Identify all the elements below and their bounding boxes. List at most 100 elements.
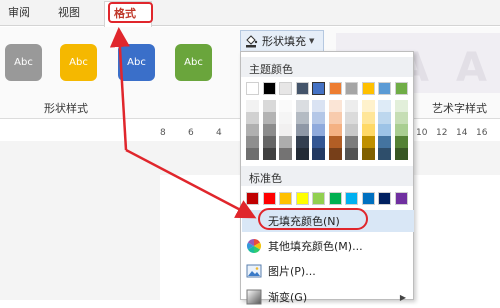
chevron-down-icon: ▼ [309,37,315,45]
theme-shade-swatch[interactable] [361,148,375,160]
theme-shade-swatch[interactable] [246,148,259,160]
theme-shade-swatch[interactable] [295,148,309,160]
gradient-icon [246,289,262,305]
theme-colors-heading: 主题颜色 [241,57,413,77]
theme-shade-swatch[interactable] [295,124,309,136]
theme-shade-swatch[interactable] [262,136,276,148]
standard-color-swatch[interactable] [246,192,259,205]
theme-shade-swatch[interactable] [279,100,292,112]
shape-style-swatch-gray[interactable]: Abc [5,44,42,81]
theme-shade-swatch[interactable] [246,112,259,124]
theme-shade-swatch[interactable] [378,148,391,160]
theme-shade-swatch[interactable] [394,148,408,160]
theme-shade-swatch[interactable] [378,100,391,112]
standard-color-swatch[interactable] [394,192,408,205]
theme-shade-swatch[interactable] [262,148,276,160]
theme-shade-swatch[interactable] [279,148,292,160]
shape-style-swatch-orange[interactable]: Abc [60,44,97,81]
wordart-letter[interactable]: A [456,45,487,91]
standard-color-swatch[interactable] [378,192,391,205]
theme-shade-swatch[interactable] [312,136,325,148]
ruler-tick: 14 [456,128,468,138]
theme-shade-swatch[interactable] [328,100,342,112]
theme-shade-swatch[interactable] [295,112,309,124]
theme-shade-swatch[interactable] [345,124,358,136]
wordart-styles-group-label: 艺术字样式 [432,102,487,115]
theme-shade-swatch[interactable] [262,124,276,136]
theme-shade-swatch[interactable] [394,136,408,148]
theme-shade-swatch[interactable] [246,100,259,112]
theme-color-swatch[interactable] [361,82,375,95]
standard-color-swatch[interactable] [361,192,375,205]
shape-fill-button[interactable]: 形状填充 ▼ [240,30,324,52]
theme-shade-swatch[interactable] [394,112,408,124]
tab-review[interactable]: 审阅 [8,4,30,20]
theme-shade-swatch[interactable] [246,136,259,148]
theme-shade-swatch[interactable] [312,148,325,160]
theme-shade-swatch[interactable] [361,112,375,124]
ruler-tick: 8 [160,128,166,138]
theme-color-swatch[interactable] [279,82,292,95]
theme-shade-swatch[interactable] [328,148,342,160]
standard-color-swatch[interactable] [328,192,342,205]
shape-style-swatch-green[interactable]: Abc [175,44,212,81]
theme-shade-swatch[interactable] [246,124,259,136]
ruler-tick: 12 [436,128,448,138]
theme-shade-swatch[interactable] [328,112,342,124]
standard-color-swatch[interactable] [262,192,276,205]
theme-color-swatch[interactable] [295,82,309,95]
color-wheel-icon [247,239,261,253]
standard-color-swatch[interactable] [279,192,292,205]
theme-shade-swatch[interactable] [378,112,391,124]
theme-shade-swatch[interactable] [262,100,276,112]
ruler-tick: 4 [216,128,222,138]
theme-shade-swatch[interactable] [279,136,292,148]
theme-color-swatch[interactable] [378,82,391,95]
ruler-tick: 10 [416,128,428,138]
standard-color-swatch[interactable] [295,192,309,205]
shape-style-swatch-blue[interactable]: Abc [118,44,155,81]
theme-shade-swatch[interactable] [394,100,408,112]
theme-shade-swatch[interactable] [312,112,325,124]
tab-view[interactable]: 视图 [58,4,80,20]
paint-bucket-icon [246,35,258,48]
theme-color-swatch[interactable] [246,82,259,95]
standard-colors-heading: 标准色 [241,166,413,186]
theme-shade-swatch[interactable] [378,124,391,136]
theme-shade-swatch[interactable] [262,112,276,124]
theme-color-swatch[interactable] [394,82,408,95]
theme-shade-swatch[interactable] [312,124,325,136]
no-fill-highlight-ring [258,208,368,230]
theme-shade-swatch[interactable] [345,112,358,124]
picture-icon [246,264,262,278]
theme-shade-swatch[interactable] [295,136,309,148]
standard-color-swatch[interactable] [312,192,325,205]
ribbon-tab-bar: 审阅 视图 [0,0,500,26]
theme-shade-swatch[interactable] [361,100,375,112]
theme-shade-swatch[interactable] [361,124,375,136]
theme-shade-swatch[interactable] [394,124,408,136]
theme-shade-swatch[interactable] [295,100,309,112]
theme-shade-swatch[interactable] [345,100,358,112]
theme-shade-swatch[interactable] [345,136,358,148]
theme-color-swatch[interactable] [345,82,358,95]
theme-shade-swatch[interactable] [279,112,292,124]
more-fill-colors-menu-item[interactable]: 其他填充颜色(M)... [242,235,414,257]
theme-shade-swatch[interactable] [279,124,292,136]
theme-shade-swatch[interactable] [328,136,342,148]
gradient-fill-menu-item[interactable]: 渐变(G) ▶ [242,286,414,308]
more-fill-colors-label: 其他填充颜色(M)... [268,240,363,253]
theme-color-swatch[interactable] [262,82,276,95]
theme-shade-swatch[interactable] [361,136,375,148]
shape-fill-label: 形状填充 [262,35,306,48]
theme-shade-swatch[interactable] [345,148,358,160]
swatch-text: Abc [127,57,146,68]
standard-color-swatch[interactable] [345,192,358,205]
theme-shade-swatch[interactable] [378,136,391,148]
picture-fill-menu-item[interactable]: 图片(P)... [242,260,414,282]
shape-styles-group-label: 形状样式 [44,102,88,115]
theme-color-swatch[interactable] [312,82,325,95]
theme-shade-swatch[interactable] [328,124,342,136]
theme-color-swatch[interactable] [328,82,342,95]
theme-shade-swatch[interactable] [312,100,325,112]
